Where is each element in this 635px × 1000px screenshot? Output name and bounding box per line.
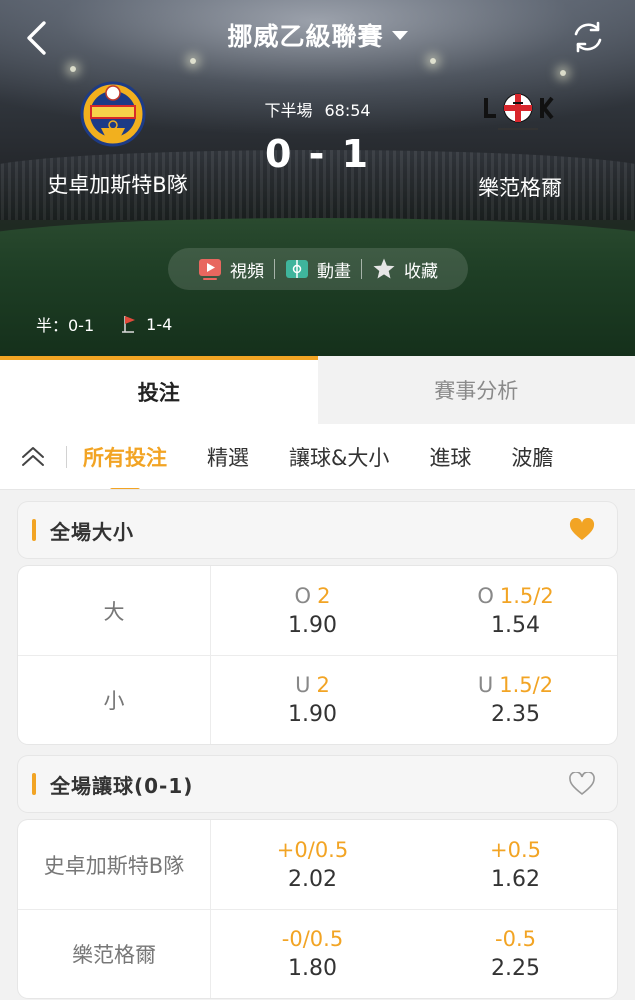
odds-line: +0/0.5 <box>276 837 349 862</box>
match-period: 下半場 <box>264 101 313 120</box>
odds-prefix: O <box>477 583 494 608</box>
animation-label: 動畫 <box>317 261 351 282</box>
row-label: 大 <box>18 566 211 655</box>
odds-line: 2 <box>317 583 331 608</box>
odds-cell[interactable]: O2 1.90 <box>211 566 414 655</box>
odds-line: 1.5/2 <box>499 583 554 608</box>
match-time: 68:54 <box>324 101 371 120</box>
animation-button[interactable]: 動畫 <box>285 257 351 282</box>
divider <box>66 445 67 468</box>
tab-goals[interactable]: 進球 <box>429 442 471 472</box>
video-play-icon <box>199 259 221 280</box>
bet-category-tabs: 所有投注 精選 讓球&大小 進球 波膽 <box>0 424 635 490</box>
odds-cell[interactable]: -0.5 2.25 <box>414 910 617 998</box>
row-label: 史卓加斯特B隊 <box>18 820 211 909</box>
odds-prefix: O <box>294 583 312 608</box>
tab-handicap-over-under[interactable]: 讓球&大小 <box>289 442 389 472</box>
odds-row: 大 O2 1.90 O 1.5/2 1.54 <box>18 566 617 655</box>
market-header-total-goals[interactable]: 全場大小 <box>18 502 617 558</box>
corner-count: 1-4 <box>146 314 173 334</box>
odds-cell[interactable]: +0/0.5 2.02 <box>211 820 414 909</box>
floodlight <box>560 70 566 76</box>
league-selector[interactable]: 挪威乙級聯賽 <box>0 17 635 53</box>
odds-cell[interactable]: -0/0.5 1.80 <box>211 910 414 998</box>
odds-row: 小 U2 1.90 U 1.5/2 2.35 <box>18 655 617 744</box>
tab-correct-score[interactable]: 波膽 <box>511 442 553 472</box>
favorite-button[interactable]: 收藏 <box>372 257 438 282</box>
divider <box>361 259 362 279</box>
odds-table-total-goals: 大 O2 1.90 O 1.5/2 1.54 小 U2 1.90 U 1.5/2 2… <box>18 566 617 744</box>
odds-table-handicap: 史卓加斯特B隊 +0/0.5 2.02 +0.5 1.62 樂范格爾 -0/0.… <box>18 820 617 998</box>
main-tabs: 投注 賽事分析 <box>0 356 635 424</box>
odds-line: 2 <box>316 673 330 697</box>
accent-bar <box>32 519 36 541</box>
market-header-handicap[interactable]: 全場讓球(0-1) <box>18 756 617 812</box>
odds-price: 1.62 <box>491 866 540 892</box>
odds-price: 2.02 <box>288 866 337 892</box>
collapse-chevrons-icon[interactable] <box>20 445 46 469</box>
match-stats: 半：0-1 1-4 <box>36 312 172 336</box>
odds-price: 2.25 <box>491 956 540 981</box>
media-actions: 視頻 動畫 收藏 <box>168 248 468 290</box>
tab-featured[interactable]: 精選 <box>207 442 249 472</box>
caret-down-icon <box>391 30 408 40</box>
row-label: 樂范格爾 <box>18 910 211 998</box>
star-icon <box>373 258 395 279</box>
video-label: 視頻 <box>230 261 264 282</box>
corner-flag-icon <box>122 316 136 333</box>
odds-row: 樂范格爾 -0/0.5 1.80 -0.5 2.25 <box>18 909 617 998</box>
divider <box>274 259 275 279</box>
half-time-score: 半：0-1 <box>36 316 95 335</box>
heart-outline-icon[interactable] <box>569 772 595 796</box>
top-bar: 挪威乙級聯賽 <box>0 0 635 70</box>
odds-cell[interactable]: O 1.5/2 1.54 <box>414 566 617 655</box>
row-label: 小 <box>18 656 211 744</box>
league-title: 挪威乙級聯賽 <box>227 22 384 51</box>
odds-cell[interactable]: U 1.5/2 2.35 <box>414 656 617 744</box>
odds-price: 2.35 <box>491 702 540 727</box>
video-button[interactable]: 視頻 <box>198 257 264 282</box>
tab-match-analysis[interactable]: 賽事分析 <box>317 356 635 424</box>
odds-line: -0.5 <box>495 927 536 951</box>
accent-bar <box>32 773 36 795</box>
odds-line: 1.5/2 <box>499 673 554 697</box>
market-title: 全場讓球(0-1) <box>50 773 194 798</box>
odds-price: 1.54 <box>491 612 540 638</box>
odds-prefix: U <box>477 673 494 697</box>
odds-prefix: U <box>295 673 311 697</box>
match-header: 挪威乙級聯賽 史卓加斯特B隊 樂范格爾 下半場 68:54 0 - 1 視頻 動… <box>0 0 635 356</box>
odds-price: 1.90 <box>288 612 337 638</box>
odds-price: 1.90 <box>288 702 337 727</box>
heart-filled-icon[interactable] <box>569 518 595 542</box>
tab-all-bets[interactable]: 所有投注 <box>83 442 167 489</box>
tab-betting[interactable]: 投注 <box>0 356 318 424</box>
odds-cell[interactable]: U2 1.90 <box>211 656 414 744</box>
market-title: 全場大小 <box>50 519 134 544</box>
refresh-icon[interactable] <box>571 20 605 54</box>
favorite-label: 收藏 <box>404 261 438 282</box>
odds-row: 史卓加斯特B隊 +0/0.5 2.02 +0.5 1.62 <box>18 820 617 909</box>
match-clock: 下半場 68:54 <box>0 97 635 121</box>
match-score: 0 - 1 <box>264 132 371 176</box>
odds-line: -0/0.5 <box>281 927 344 951</box>
odds-line: +0.5 <box>490 837 541 862</box>
away-team-name: 樂范格爾 <box>478 176 562 200</box>
odds-cell[interactable]: +0.5 1.62 <box>414 820 617 909</box>
odds-price: 1.80 <box>288 956 337 981</box>
pitch-animation-icon <box>286 260 308 278</box>
